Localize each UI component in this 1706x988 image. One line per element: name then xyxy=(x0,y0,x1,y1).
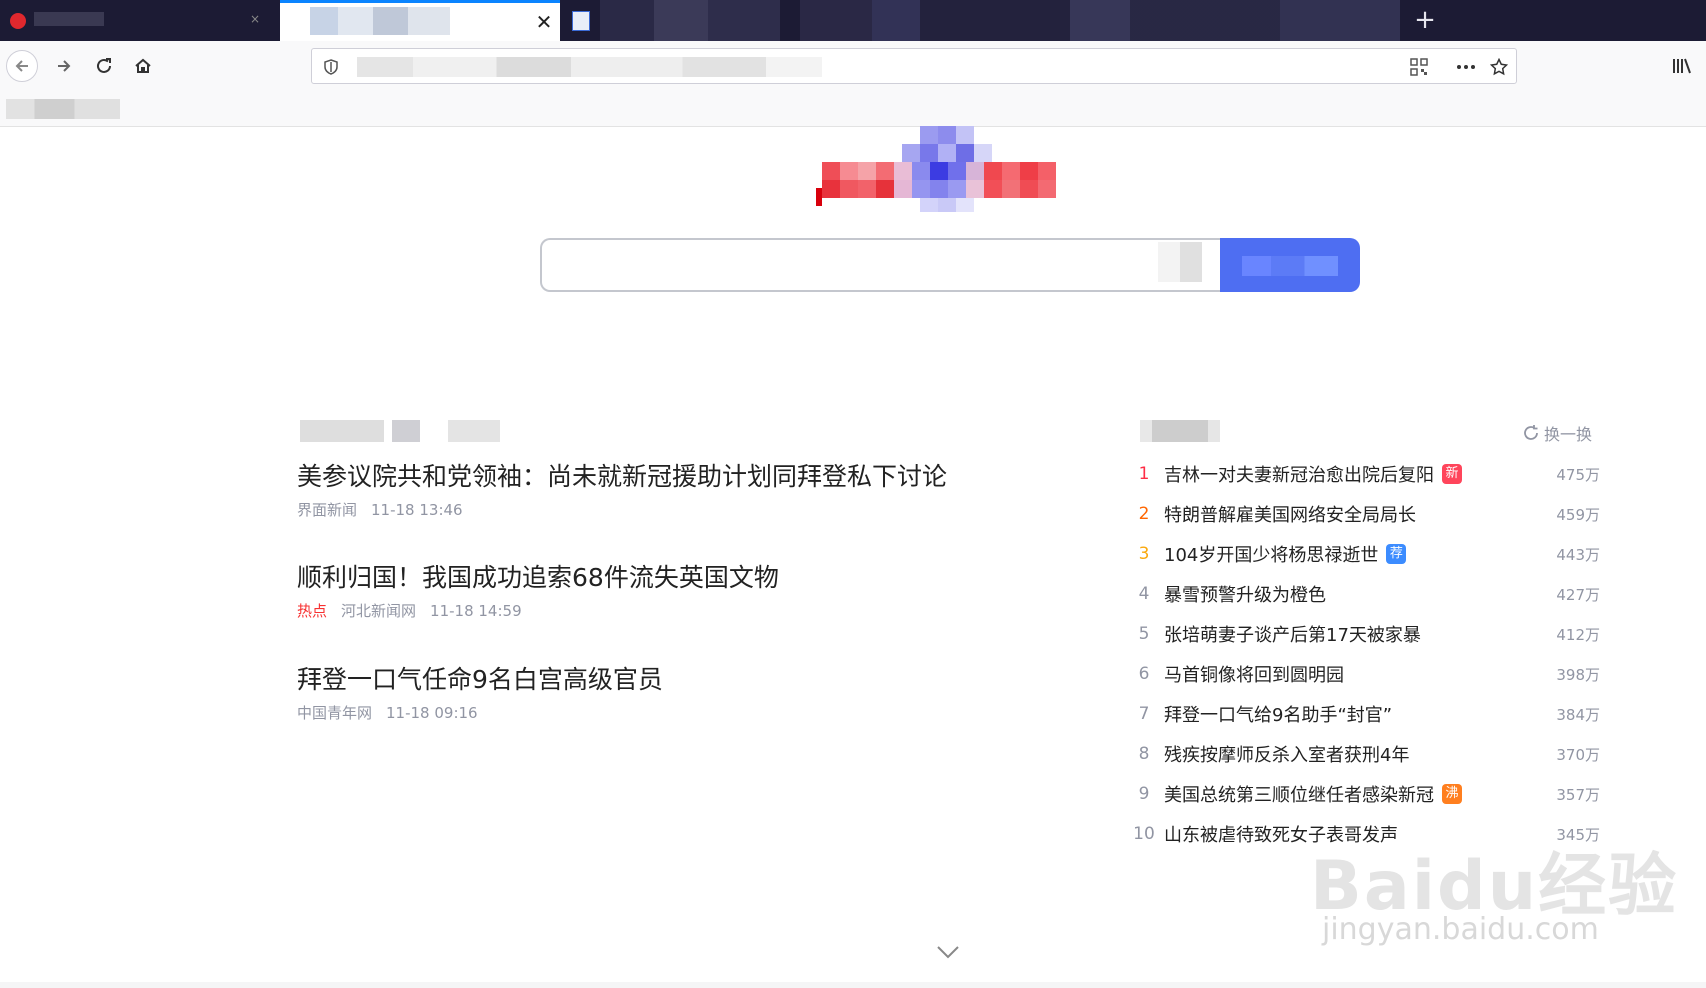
reload-button[interactable] xyxy=(88,50,120,82)
news-hot-tag: 热点 xyxy=(297,602,328,620)
hot-rank: 4 xyxy=(1138,584,1150,604)
hot-title[interactable]: 马首铜像将回到圆明园 xyxy=(1164,661,1344,687)
hot-rank: 1 xyxy=(1138,464,1150,484)
bookmark-item-redacted[interactable] xyxy=(6,99,120,119)
search-button-label-redacted xyxy=(1242,256,1338,276)
tab-favicon xyxy=(10,13,26,29)
news-title[interactable]: 拜登一口气任命9名白宫高级官员 xyxy=(297,663,997,697)
hot-title[interactable]: 特朗普解雇美国网络安全局局长 xyxy=(1164,501,1416,527)
hot-count: 443万 xyxy=(1556,545,1600,564)
hot-rank: 5 xyxy=(1138,624,1150,644)
tab-close-icon[interactable]: × xyxy=(250,12,260,26)
hot-list-item[interactable]: 8 残疾按摩师反杀入室者获刑4年 370万 xyxy=(1130,736,1600,772)
search-input[interactable] xyxy=(540,238,1220,292)
hot-list-item[interactable]: 7 拜登一口气给9名助手“封官” 384万 xyxy=(1130,696,1600,732)
library-button[interactable] xyxy=(1666,50,1698,82)
hot-count: 398万 xyxy=(1556,665,1600,684)
hot-title[interactable]: 吉林一对夫妻新冠治愈出院后复阳 xyxy=(1164,461,1434,487)
news-item[interactable]: 拜登一口气任命9名白宫高级官员 中国青年网 11-18 09:16 xyxy=(297,663,997,723)
hot-title[interactable]: 美国总统第三顺位继任者感染新冠 xyxy=(1164,781,1434,807)
tab-favicon xyxy=(572,11,590,31)
hot-tag-badge: 荐 xyxy=(1386,544,1407,564)
news-tabs-redacted[interactable] xyxy=(300,420,500,442)
forward-icon xyxy=(58,60,71,72)
more-icon[interactable] xyxy=(1452,57,1480,77)
news-meta: 中国青年网 11-18 09:16 xyxy=(297,703,997,723)
bookmarks-toolbar xyxy=(0,91,1706,127)
news-title[interactable]: 顺利归国！我国成功追索68件流失英国文物 xyxy=(297,561,997,595)
tab-title-redacted[interactable] xyxy=(800,0,1400,41)
new-tab-button[interactable]: + xyxy=(1410,4,1440,36)
qr-code-icon[interactable] xyxy=(1408,57,1430,77)
hot-tag-badge: 新 xyxy=(1442,464,1462,484)
back-button[interactable] xyxy=(6,50,38,82)
hot-rank: 3 xyxy=(1138,544,1150,564)
forward-button[interactable] xyxy=(48,50,80,82)
hot-rank: 7 xyxy=(1138,704,1150,724)
hot-count: 357万 xyxy=(1556,785,1600,804)
back-icon xyxy=(15,60,28,72)
navigation-toolbar xyxy=(0,41,1706,91)
hot-rank: 9 xyxy=(1138,784,1150,804)
hot-count: 427万 xyxy=(1556,585,1600,604)
url-text-redacted[interactable] xyxy=(357,57,822,77)
tab-bar: × ✕ + xyxy=(0,0,1706,41)
home-icon xyxy=(135,58,151,73)
hot-count: 384万 xyxy=(1556,705,1600,724)
news-time: 11-18 13:46 xyxy=(371,501,463,519)
hot-list-item[interactable]: 2 特朗普解雇美国网络安全局局长 459万 xyxy=(1130,496,1600,532)
hot-rank: 8 xyxy=(1138,744,1150,764)
hot-title[interactable]: 张培萌妻子谈产后第17天被家暴 xyxy=(1164,621,1421,647)
hot-list-item[interactable]: 6 马首铜像将回到圆明园 398万 xyxy=(1130,656,1600,692)
search-button[interactable] xyxy=(1220,238,1360,292)
refresh-icon xyxy=(1524,425,1538,440)
bookmark-star-icon[interactable] xyxy=(1488,57,1510,77)
hot-rank: 6 xyxy=(1138,664,1150,684)
news-time: 11-18 14:59 xyxy=(430,602,522,620)
hot-count: 412万 xyxy=(1556,625,1600,644)
tab-title-redacted[interactable] xyxy=(600,0,780,41)
shield-icon[interactable] xyxy=(320,57,342,77)
hot-count: 459万 xyxy=(1556,505,1600,524)
hot-list-item[interactable]: 3 104岁开国少将杨思禄逝世荐 443万 xyxy=(1130,536,1600,572)
active-tab[interactable]: ✕ xyxy=(280,0,560,41)
news-source: 中国青年网 xyxy=(297,704,373,722)
news-title[interactable]: 美参议院共和党领袖：尚未就新冠援助计划同拜登私下讨论 xyxy=(297,460,997,494)
news-meta: 界面新闻 11-18 13:46 xyxy=(297,500,997,520)
hot-count: 370万 xyxy=(1556,745,1600,764)
site-logo-redacted xyxy=(816,126,1056,212)
news-item[interactable]: 美参议院共和党领袖：尚未就新冠援助计划同拜登私下讨论 界面新闻 11-18 13:… xyxy=(297,460,997,520)
home-button[interactable] xyxy=(127,50,159,82)
hot-list-item[interactable]: 5 张培萌妻子谈产后第17天被家暴 412万 xyxy=(1130,616,1600,652)
tab-title-redacted[interactable] xyxy=(34,12,104,26)
page-bottom-divider xyxy=(0,982,1706,988)
active-tab-title-redacted xyxy=(310,7,450,35)
camera-search-icon[interactable] xyxy=(1158,242,1202,282)
hot-title[interactable]: 104岁开国少将杨思禄逝世 xyxy=(1164,541,1378,567)
hot-tag-badge: 沸 xyxy=(1442,784,1462,804)
hot-list-item[interactable]: 9 美国总统第三顺位继任者感染新冠沸 357万 xyxy=(1130,776,1600,812)
hot-rank: 10 xyxy=(1133,824,1155,844)
refresh-button[interactable]: 换一换 xyxy=(1522,422,1592,444)
refresh-label: 换一换 xyxy=(1544,425,1593,444)
close-tab-icon[interactable]: ✕ xyxy=(533,11,555,33)
chevron-down-icon[interactable] xyxy=(934,942,962,962)
hot-title[interactable]: 拜登一口气给9名助手“封官” xyxy=(1164,701,1392,727)
news-time: 11-18 09:16 xyxy=(386,704,478,722)
hot-count: 475万 xyxy=(1556,465,1600,484)
news-meta: 热点 河北新闻网 11-18 14:59 xyxy=(297,601,997,621)
reload-icon xyxy=(97,58,111,73)
hot-rank: 2 xyxy=(1138,504,1150,524)
news-item[interactable]: 顺利归国！我国成功追索68件流失英国文物 热点 河北新闻网 11-18 14:59 xyxy=(297,561,997,621)
url-bar[interactable] xyxy=(311,48,1517,84)
watermark-url: jingyan.baidu.com xyxy=(1322,912,1599,947)
news-source: 河北新闻网 xyxy=(341,602,417,620)
hot-title[interactable]: 暴雪预警升级为橙色 xyxy=(1164,581,1326,607)
hot-list-title-redacted xyxy=(1140,420,1220,442)
hot-list-item[interactable]: 1 吉林一对夫妻新冠治愈出院后复阳新 475万 xyxy=(1130,456,1600,492)
hot-title[interactable]: 残疾按摩师反杀入室者获刑4年 xyxy=(1164,741,1409,767)
news-source: 界面新闻 xyxy=(297,501,358,519)
hot-list-item[interactable]: 4 暴雪预警升级为橙色 427万 xyxy=(1130,576,1600,612)
library-icon xyxy=(1673,58,1691,74)
